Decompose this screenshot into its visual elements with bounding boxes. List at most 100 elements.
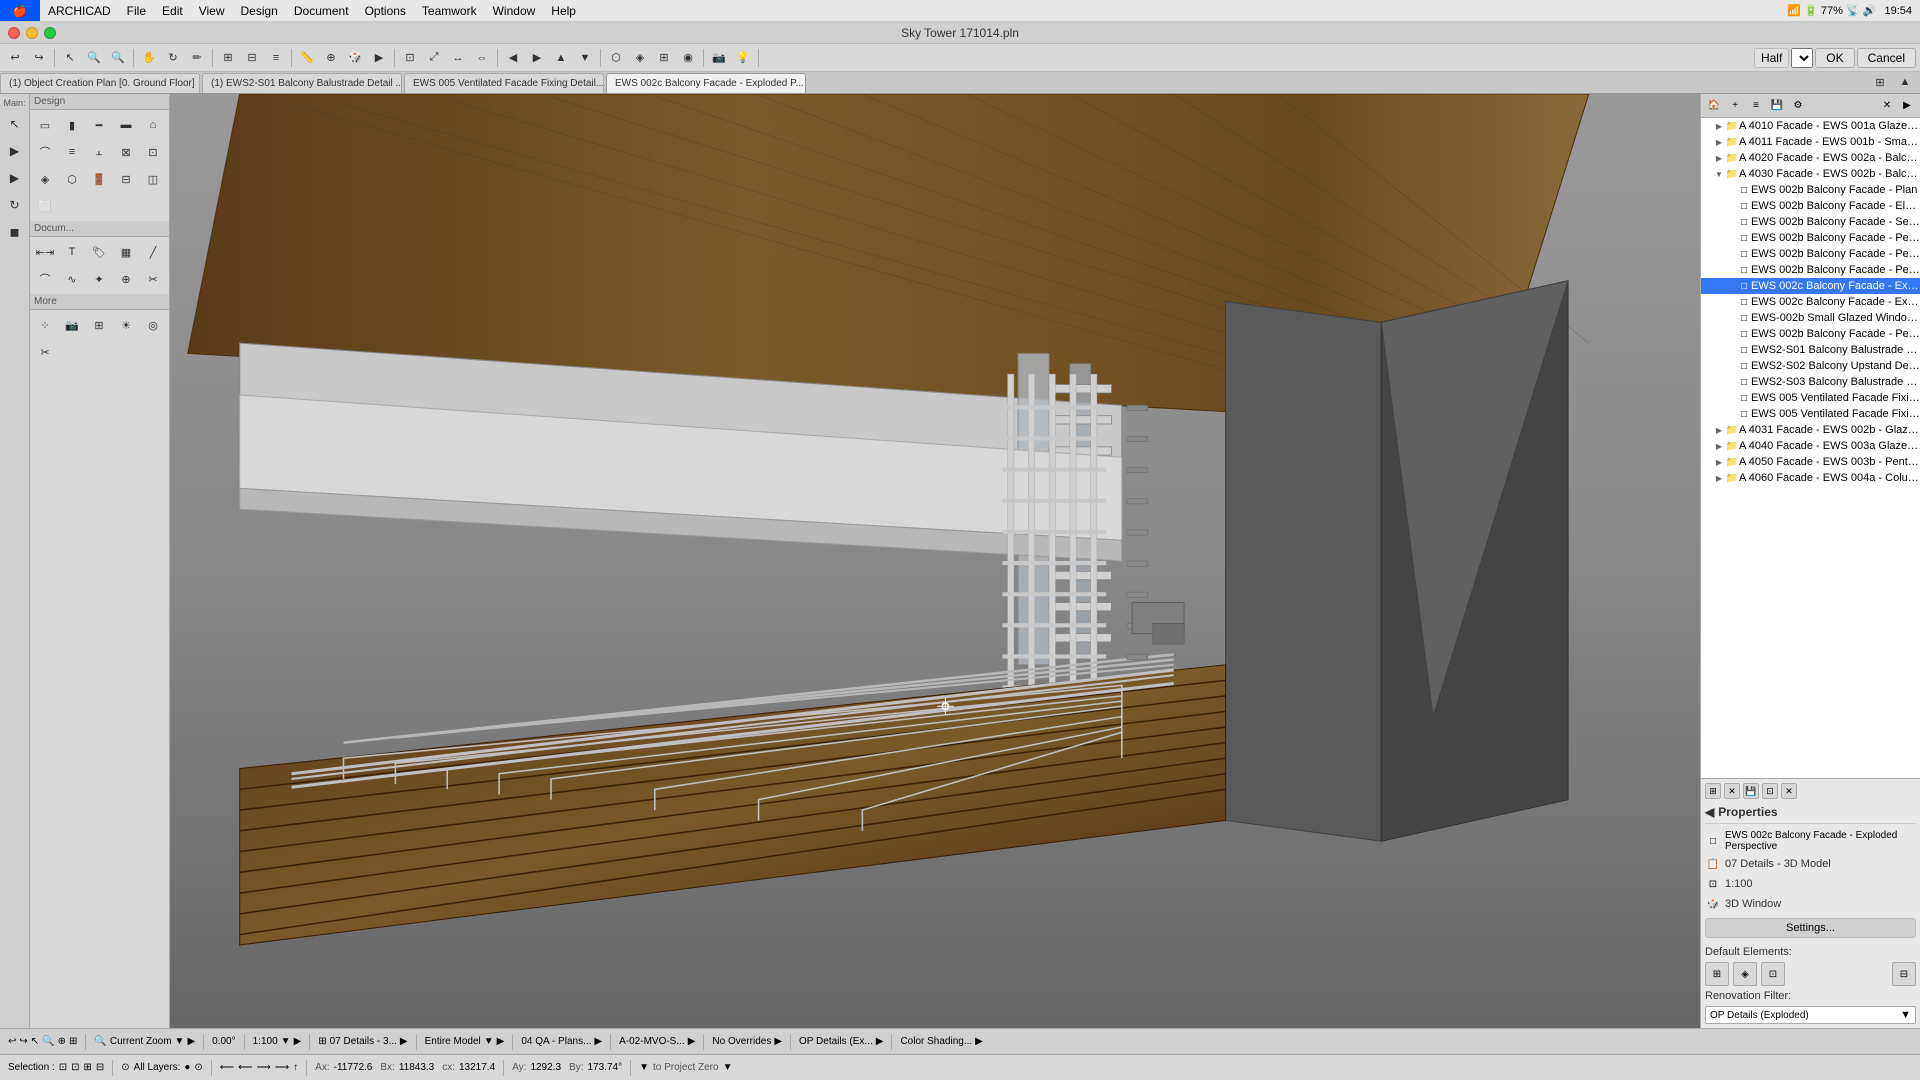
tool-beam[interactable]: ━: [86, 112, 112, 138]
tool-door[interactable]: 🚪: [86, 166, 112, 192]
current-zoom-label[interactable]: Current Zoom: [110, 1036, 172, 1047]
menu-file[interactable]: File: [119, 0, 154, 21]
menu-teamwork[interactable]: Teamwork: [414, 0, 485, 21]
toolbar-view3[interactable]: ⊞: [653, 47, 675, 69]
tree-item[interactable]: □ EWS 002b Balcony Facade - Elevation: [1701, 198, 1920, 214]
props-tool-3[interactable]: 💾: [1743, 783, 1759, 799]
layer6-arrow[interactable]: ▶: [876, 1036, 884, 1047]
tab-2[interactable]: (1) EWS2-S01 Balcony Balustrade Detail .…: [202, 73, 402, 93]
tool-camera2[interactable]: 📷: [59, 312, 85, 338]
nav-back[interactable]: ⟵: [238, 1062, 252, 1073]
tool-orbit[interactable]: ↻: [2, 192, 28, 218]
tree-item[interactable]: □ EWS 002b Balcony Facade - Perspective: [1701, 230, 1920, 246]
tree-item[interactable]: □ EWS-002b Small Glazed Windows: [1701, 310, 1920, 326]
tree-item[interactable]: ▶ 📁 A 4060 Facade - EWS 004a - Column Cl…: [1701, 470, 1920, 486]
menu-window[interactable]: Window: [485, 0, 544, 21]
tree-item[interactable]: ▶ 📁 A 4011 Facade - EWS 001b - Small Gla…: [1701, 134, 1920, 150]
tool-window[interactable]: ⊟: [113, 166, 139, 192]
redo-icon[interactable]: ↪: [19, 1036, 27, 1047]
toolbar-move[interactable]: ↔: [447, 47, 469, 69]
half-dropdown[interactable]: [1791, 48, 1813, 68]
layer2-nav[interactable]: ▶: [497, 1036, 505, 1047]
nav-prev[interactable]: ⟵: [220, 1062, 234, 1073]
tree-item[interactable]: □ EWS 005 Ventilated Facade Fixing Detai…: [1701, 390, 1920, 406]
nav-fwd1[interactable]: ⟶: [256, 1062, 270, 1073]
tool-cut[interactable]: ✂: [32, 339, 58, 365]
tool-hotspot[interactable]: ✦: [86, 266, 112, 292]
tree-item[interactable]: □ EWS 002c Balcony Facade - Exploded Per…: [1701, 278, 1920, 294]
tool-morph[interactable]: ◈: [32, 166, 58, 192]
tool-column[interactable]: ▮: [59, 112, 85, 138]
tool-mesh[interactable]: ⊠: [113, 139, 139, 165]
tool-label[interactable]: 🏷: [86, 239, 112, 265]
menu-archicad[interactable]: ARCHICAD: [40, 0, 119, 21]
more-icon[interactable]: ⊕: [58, 1036, 66, 1047]
window-minimize-button[interactable]: [26, 27, 38, 39]
toolbar-layer[interactable]: ≡: [265, 47, 287, 69]
toolbar-arrow-right[interactable]: ▶: [526, 47, 548, 69]
toolbar-marquee[interactable]: ⊡: [399, 47, 421, 69]
zoom-icon[interactable]: 🔍: [42, 1036, 54, 1047]
default-elem-btn-4[interactable]: ⊟: [1892, 962, 1916, 986]
tab-icon-2[interactable]: ▲: [1894, 71, 1916, 93]
menu-document[interactable]: Document: [286, 0, 357, 21]
toolbar-arrow-down[interactable]: ▼: [574, 47, 596, 69]
panel-settings-icon[interactable]: ⚙: [1789, 97, 1807, 115]
tree-view[interactable]: ▶ 📁 A 4010 Facade - EWS 001a Glazed Wind…: [1701, 118, 1920, 778]
toolbar-render[interactable]: ▶: [368, 47, 390, 69]
tool-dimension[interactable]: ⇤⇥: [32, 239, 58, 265]
tool-roof[interactable]: ⌂: [140, 112, 166, 138]
viewport[interactable]: [170, 94, 1700, 1028]
zoom-nav-icon[interactable]: ▶: [187, 1036, 195, 1047]
project-arrow[interactable]: ▼: [723, 1062, 733, 1073]
toolbar-view4[interactable]: ◉: [677, 47, 699, 69]
settings-button[interactable]: Settings...: [1705, 918, 1916, 938]
toolbar-zoom-in[interactable]: 🔍: [83, 47, 105, 69]
tool-detail[interactable]: ⊕: [113, 266, 139, 292]
menu-edit[interactable]: Edit: [154, 0, 191, 21]
menu-options[interactable]: Options: [357, 0, 414, 21]
toolbar-view2[interactable]: ◈: [629, 47, 651, 69]
tab-3[interactable]: EWS 005 Ventilated Facade Fixing Detail.…: [404, 73, 604, 93]
menu-help[interactable]: Help: [543, 0, 584, 21]
grid-icon[interactable]: ⊞: [69, 1036, 77, 1047]
tool-wall[interactable]: ▭: [32, 112, 58, 138]
tree-item[interactable]: □ EWS 002c Balcony Facade - Exploded Per…: [1701, 294, 1920, 310]
tab-icon-1[interactable]: ⊞: [1869, 71, 1891, 93]
toolbar-section[interactable]: ⊕: [320, 47, 342, 69]
renovation-filter-select[interactable]: OP Details (Exploded) ▼: [1705, 1006, 1916, 1024]
tool-spline[interactable]: ∿: [59, 266, 85, 292]
toolbar-undo[interactable]: ↩: [4, 47, 26, 69]
panel-home-icon[interactable]: 🏠: [1705, 97, 1723, 115]
toolbar-arrow-left[interactable]: ◀: [502, 47, 524, 69]
tool-point-cloud[interactable]: ⁘: [32, 312, 58, 338]
panel-list-icon[interactable]: ≡: [1747, 97, 1765, 115]
toolbar-stretch[interactable]: ⇔: [471, 47, 493, 69]
toolbar-grid[interactable]: ⊟: [241, 47, 263, 69]
tool-object[interactable]: ⬡: [59, 166, 85, 192]
tree-item[interactable]: ▶ 📁 A 4020 Facade - EWS 002a - Balcony F…: [1701, 150, 1920, 166]
toolbar-select[interactable]: ↖: [59, 47, 81, 69]
nav-fwd2[interactable]: ⟶: [275, 1062, 289, 1073]
menu-view[interactable]: View: [191, 0, 233, 21]
toolbar-measure[interactable]: 📏: [296, 47, 318, 69]
tree-item[interactable]: □ EWS 005 Ventilated Facade Fixing Detai…: [1701, 406, 1920, 422]
tool-stair[interactable]: ≡: [59, 139, 85, 165]
tab-1[interactable]: (1) Object Creation Plan [0. Ground Floo…: [0, 73, 200, 93]
panel-close-icon[interactable]: ✕: [1878, 97, 1896, 115]
tool-line[interactable]: ╱: [140, 239, 166, 265]
tool-skylight[interactable]: ◫: [140, 166, 166, 192]
tree-item[interactable]: □ EWS 002b Balcony Facade - Section: [1701, 214, 1920, 230]
nav-icon-extra[interactable]: ↑: [293, 1062, 298, 1073]
toolbar-pencil[interactable]: ✏: [186, 47, 208, 69]
zoom-dropdown-arrow[interactable]: ▼: [175, 1036, 185, 1047]
tree-item[interactable]: □ EWS2-S03 Balcony Balustrade Handrail D…: [1701, 374, 1920, 390]
toolbar-camera[interactable]: 📷: [708, 47, 730, 69]
tree-item[interactable]: ▶ 📁 A 4010 Facade - EWS 001a Glazed Wind…: [1701, 118, 1920, 134]
pointer-icon[interactable]: ↖: [31, 1036, 39, 1047]
tree-item[interactable]: ▶ 📁 A 4040 Facade - EWS 003a Glazed Balu…: [1701, 438, 1920, 454]
tree-item[interactable]: □ EWS 002b Balcony Facade - Perspective: [1701, 262, 1920, 278]
tool-railing[interactable]: ⫠: [86, 139, 112, 165]
tool-grid-el[interactable]: ⊞: [86, 312, 112, 338]
layer4-arrow[interactable]: ▶: [688, 1036, 696, 1047]
